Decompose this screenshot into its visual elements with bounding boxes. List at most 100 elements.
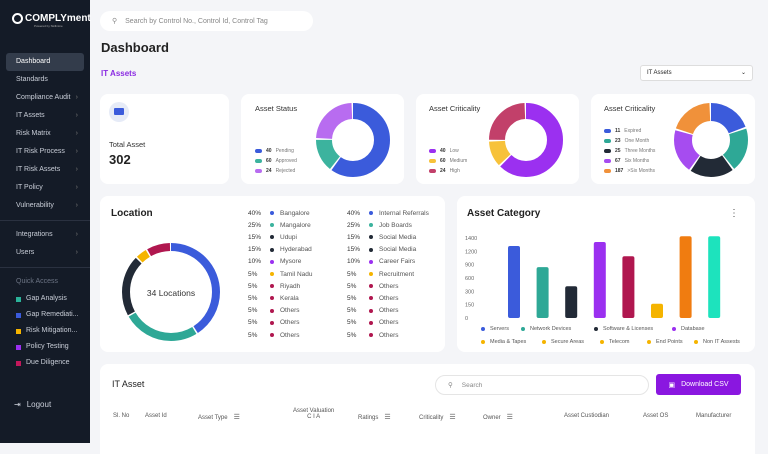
legend-item: 25 Three Months <box>604 146 655 156</box>
location-list-item: 5% Others <box>347 294 399 302</box>
legend-swatch <box>604 149 611 153</box>
bar-network-devices <box>536 267 549 318</box>
dot-icon <box>369 333 373 337</box>
download-csv-button[interactable]: ▣ Download CSV <box>656 374 741 395</box>
legend: 40 Pending 60 Approved 24 Rejected <box>255 146 297 176</box>
divider <box>0 220 90 221</box>
legend-item: 24 High <box>429 166 467 176</box>
dot-icon <box>369 308 373 313</box>
location-list-item: 5% Others <box>347 307 399 315</box>
column-header[interactable]: Ratings ☰ <box>358 413 391 421</box>
column-header[interactable]: Sl. No <box>113 413 129 419</box>
bar-telecom <box>679 236 692 318</box>
filter-icon[interactable]: ☰ <box>384 414 390 421</box>
location-list-item: 5% Others <box>347 331 399 339</box>
legend-swatch <box>255 159 262 163</box>
quick-access-item[interactable]: Policy Testing <box>6 339 84 355</box>
location-list-item: 5% Others <box>248 307 300 315</box>
bar-secure-areas <box>651 303 663 318</box>
dot-icon <box>369 272 373 276</box>
logout-button[interactable]: ⇥ Logout <box>14 400 51 409</box>
legend-item: 40 Pending <box>255 146 297 156</box>
dot-icon <box>270 272 274 276</box>
filter-icon[interactable]: ☰ <box>449 414 455 421</box>
location-list-item: 15% Udupi <box>248 233 297 241</box>
dot-icon <box>600 340 604 344</box>
filter-icon[interactable]: ☰ <box>507 414 513 421</box>
column-header[interactable]: Asset Valuation C I A <box>293 408 334 420</box>
column-header[interactable]: Owner ☰ <box>483 413 513 421</box>
dot-icon <box>369 259 373 264</box>
legend-item: 11 Expired <box>604 126 655 136</box>
dot-icon <box>542 340 546 344</box>
bar-media-tapes <box>622 256 635 318</box>
legend-item: 40 Low <box>429 146 467 156</box>
sidebar-item-standards[interactable]: Standards <box>6 71 84 89</box>
color-marker-icon <box>16 312 21 318</box>
divider <box>0 267 90 268</box>
location-list-item: 40% Bangalore <box>248 209 310 217</box>
chart-legend-item: Database <box>672 326 705 332</box>
total-asset-value: 302 <box>109 152 131 167</box>
quick-access-item[interactable]: Gap Analysis <box>6 291 84 307</box>
y-tick-label: 900 <box>465 263 474 269</box>
chart-legend-item: Servers <box>481 326 509 332</box>
sidebar-item-it-risk-process[interactable]: IT Risk Process › <box>6 143 84 161</box>
dot-icon <box>369 320 373 325</box>
location-list-item: 5% Others <box>347 282 399 290</box>
bar-database <box>593 242 606 318</box>
dot-icon <box>369 235 373 240</box>
column-header[interactable]: Criticality ☰ <box>419 413 456 421</box>
global-search-input[interactable]: ⚲ Search by Control No., Control Id, Cont… <box>100 11 313 31</box>
dot-icon <box>481 340 485 344</box>
chevron-right-icon: › <box>75 202 78 209</box>
filter-icon[interactable]: ☰ <box>234 414 240 421</box>
sidebar-item-risk-matrix[interactable]: Risk Matrix › <box>6 125 84 143</box>
legend-swatch <box>604 139 611 143</box>
quick-access-item[interactable]: Due Diligence <box>6 355 84 371</box>
it-asset-table-card: IT Asset ⚲ Search ▣ Download CSV <box>100 364 755 454</box>
search-icon: ⚲ <box>448 382 453 389</box>
dot-icon <box>369 223 373 228</box>
dot-icon <box>270 259 274 264</box>
chevron-right-icon: › <box>75 249 78 256</box>
quick-access-item[interactable]: Risk Mitigation... <box>6 323 84 339</box>
dot-icon <box>270 223 274 228</box>
legend: 40 Low 60 Medium 24 High <box>429 146 467 176</box>
column-header[interactable]: Asset Type ☰ <box>198 413 240 421</box>
color-marker-icon <box>16 328 21 334</box>
column-header[interactable]: Asset Id <box>145 413 167 419</box>
sidebar-item-vulnerability[interactable]: Vulnerability › <box>6 197 84 215</box>
sidebar-item-compliance-audit[interactable]: Compliance Audit › <box>6 89 84 107</box>
legend-swatch <box>255 149 262 153</box>
legend-item: 60 Approved <box>255 156 297 166</box>
sidebar-item-dashboard[interactable]: Dashboard <box>6 53 84 71</box>
chevron-right-icon: › <box>75 148 78 155</box>
legend-swatch <box>255 169 262 173</box>
sidebar-item-users[interactable]: Users › <box>6 244 84 262</box>
legend-swatch <box>429 159 436 163</box>
location-list-item: 10% Career Fairs <box>347 258 416 266</box>
asset-category-card: Asset Category ⋮ 0 150 300 600 900 1200 1400 S… <box>457 196 755 352</box>
column-header[interactable]: Manufacturer <box>696 413 731 419</box>
sidebar-item-integrations[interactable]: Integrations › <box>6 226 84 244</box>
table-search-input[interactable]: ⚲ Search <box>435 375 649 395</box>
column-header[interactable]: Asset OS <box>643 413 668 419</box>
location-list-item: 5% Recruitment <box>347 270 415 278</box>
asset-criticality-donut <box>489 103 563 177</box>
sidebar-item-it-assets[interactable]: IT Assets › <box>6 107 84 125</box>
color-marker-icon <box>16 360 21 366</box>
color-marker-icon <box>16 344 21 350</box>
location-list-item: 5% Others <box>248 319 300 327</box>
column-header[interactable]: Asset Custiodian <box>564 413 609 419</box>
location-list-item: 40% Internal Referrals <box>347 209 429 217</box>
dot-icon <box>270 235 274 240</box>
asset-filter-select[interactable]: IT Assets ⌄ <box>640 65 753 81</box>
color-marker-icon <box>16 296 21 302</box>
sidebar-item-it-policy[interactable]: IT Policy › <box>6 179 84 197</box>
quick-access-item[interactable]: Gap Remediati... <box>6 307 84 323</box>
sidebar-item-it-risk-assets[interactable]: IT Risk Assets › <box>6 161 84 179</box>
chevron-right-icon: › <box>75 94 78 101</box>
chart-legend-item: Secure Areas <box>542 339 584 345</box>
chevron-right-icon: › <box>75 166 78 173</box>
